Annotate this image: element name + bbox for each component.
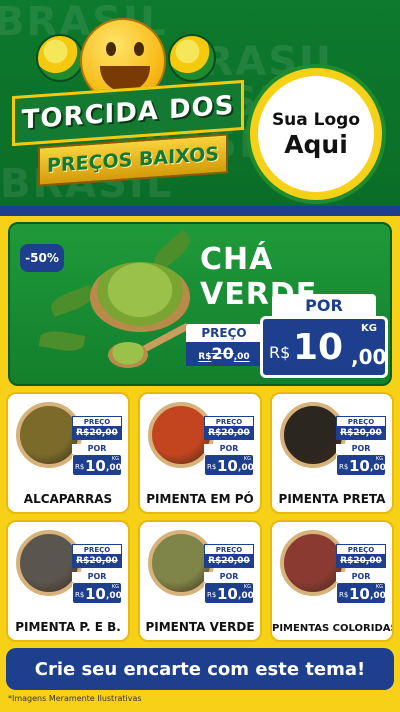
price-tag: PREÇO R$20,00 POR R$ 10,00 KG bbox=[72, 416, 122, 476]
torcida-logo: TORCIDA DOS PREÇOS BAIXOS bbox=[8, 18, 248, 208]
product-name: PIMENTA PRETA bbox=[278, 492, 386, 506]
header: BRASIL BRASIL BRASIL BRASIL BRASIL TORCI… bbox=[0, 0, 400, 210]
product-name: PIMENTAS COLORIDAS bbox=[272, 623, 394, 634]
product-card: PREÇO R$20,00 POR R$ 10,00 KG PIMENTA PRET… bbox=[270, 392, 394, 514]
price-tag: PREÇO R$20,00 POR R$ 10,00 KG bbox=[204, 544, 254, 604]
logo-line2: Aqui bbox=[284, 129, 348, 159]
product-card: PREÇO R$20,00 POR R$ 10,00 KG PIMENTA P. E… bbox=[6, 520, 130, 642]
header-divider bbox=[0, 206, 400, 216]
price-tag: PREÇO R$20,00 POR R$ 10,00 KG bbox=[336, 544, 386, 604]
product-grid: PREÇO R$20,00 POR R$ 10,00 KG ALCAPARRAS P… bbox=[6, 392, 394, 644]
price-int: 10 bbox=[293, 327, 344, 368]
por-label: POR bbox=[272, 294, 376, 316]
unit: KG bbox=[361, 323, 377, 334]
product-card: PREÇO R$20,00 POR R$ 10,00 KG PIMENTA VERD… bbox=[138, 520, 262, 642]
logo-placeholder: Sua Logo Aqui bbox=[246, 64, 386, 204]
soccer-ball-icon bbox=[168, 34, 216, 82]
product-name: PIMENTA EM PÓ bbox=[146, 492, 254, 506]
cta-banner[interactable]: Crie seu encarte com este tema! bbox=[6, 648, 394, 690]
header-divider-yellow bbox=[0, 216, 400, 220]
price-tag: PREÇO R$20,00 POR R$ 10,00 KG bbox=[72, 544, 122, 604]
price-tag: PREÇO R$20,00 POR R$ 10,00 KG bbox=[204, 416, 254, 476]
product-card: PREÇO R$20,00 POR R$ 10,00 KG PIMENTA EM P… bbox=[138, 392, 262, 514]
title-line1: TORCIDA DOS bbox=[21, 90, 235, 136]
product-name: PIMENTA P. E B. bbox=[15, 620, 121, 634]
title-line2: PREÇOS BAIXOS bbox=[47, 142, 219, 178]
soccer-ball-icon bbox=[36, 34, 84, 82]
old-price-box: PREÇO R$20,00 bbox=[186, 324, 262, 368]
product-card: PREÇO R$20,00 POR R$ 10,00 KG ALCAPARRAS bbox=[6, 392, 130, 514]
product-card: PREÇO R$20,00 POR R$ 10,00 KG PIMENTAS COL… bbox=[270, 520, 394, 642]
old-price-label: PREÇO bbox=[186, 324, 262, 342]
hero-offer: -50% CHÁ VERDE PREÇO R$20,00 POR R$ 10 ,… bbox=[8, 222, 392, 386]
discount-badge: -50% bbox=[20, 244, 64, 272]
product-name: ALCAPARRAS bbox=[23, 492, 113, 506]
old-price: R$20,00 bbox=[186, 342, 262, 366]
disclaimer: *Imagens Meramente Ilustrativas bbox=[8, 694, 142, 703]
product-name: PIMENTA VERDE bbox=[145, 620, 255, 634]
logo-line1: Sua Logo bbox=[271, 109, 361, 130]
currency: R$ bbox=[269, 343, 291, 362]
new-price-box: R$ 10 ,00 KG bbox=[260, 316, 388, 378]
price-tag: PREÇO R$20,00 POR R$ 10,00 KG bbox=[336, 416, 386, 476]
price-dec: ,00 bbox=[351, 345, 387, 369]
